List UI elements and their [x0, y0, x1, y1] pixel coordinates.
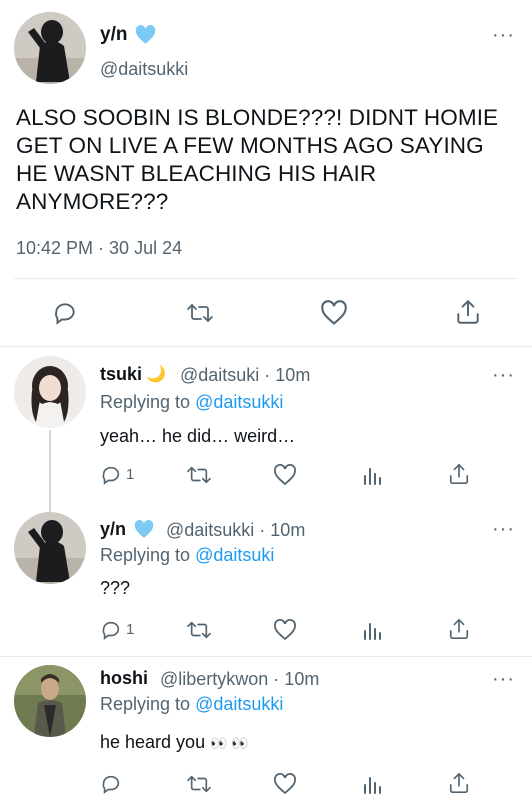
- avatar[interactable]: [14, 12, 86, 84]
- share-icon[interactable]: [448, 462, 470, 486]
- tweet-text: ALSO SOOBIN IS BLONDE???! DIDNT HOMIE GE…: [16, 105, 499, 214]
- reply-text: ???: [100, 578, 131, 598]
- thread-line: [49, 430, 51, 512]
- reply-count: 1: [126, 621, 135, 638]
- moon-emoji: 🌙: [146, 366, 166, 383]
- replying-to: Replying to @daitsukki: [100, 392, 283, 413]
- avatar[interactable]: [14, 356, 86, 428]
- analytics-icon[interactable]: [362, 619, 382, 641]
- reply-icon[interactable]: [52, 300, 78, 326]
- reply-icon[interactable]: [100, 773, 122, 795]
- author-name[interactable]: tsuki: [100, 364, 142, 385]
- author-name[interactable]: hoshi: [100, 668, 148, 689]
- replying-label: Replying to: [100, 545, 191, 565]
- reply-text: yeah… he did… weird…: [100, 426, 296, 446]
- divider: [14, 278, 518, 279]
- reply-icon[interactable]: [100, 464, 122, 486]
- share-icon[interactable]: [448, 771, 470, 795]
- retweet-icon[interactable]: [186, 300, 214, 326]
- more-icon[interactable]: ···: [492, 669, 515, 689]
- like-icon[interactable]: [273, 464, 297, 486]
- author-name[interactable]: y/n: [100, 519, 126, 540]
- like-icon[interactable]: [320, 300, 348, 326]
- reply-text: he heard you 👀 👀: [100, 732, 249, 753]
- share-icon[interactable]: [455, 298, 481, 326]
- divider: [0, 346, 532, 347]
- reply-meta[interactable]: @daitsukki · 10m: [166, 520, 305, 541]
- like-icon[interactable]: [273, 773, 297, 795]
- retweet-icon[interactable]: [186, 773, 212, 795]
- analytics-icon[interactable]: [362, 773, 382, 795]
- author-handle[interactable]: @daitsukki: [100, 59, 188, 80]
- retweet-icon[interactable]: [186, 619, 212, 641]
- like-icon[interactable]: [273, 619, 297, 641]
- replying-handle[interactable]: @daitsukki: [195, 392, 283, 412]
- eyes-emoji: 👀 👀: [210, 735, 249, 751]
- more-icon[interactable]: ···: [492, 519, 515, 539]
- avatar[interactable]: [14, 512, 86, 584]
- replying-handle[interactable]: @daitsukki: [195, 694, 283, 714]
- tweet-timestamp: 10:42 PM · 30 Jul 24: [16, 238, 183, 258]
- reply-count: 1: [126, 466, 135, 483]
- verified-heart-icon: [134, 520, 154, 539]
- replying-label: Replying to: [100, 694, 191, 714]
- more-icon[interactable]: ···: [492, 25, 515, 45]
- reply-meta[interactable]: @libertykwon · 10m: [160, 669, 319, 690]
- divider: [0, 656, 532, 657]
- verified-heart-icon: [135, 25, 156, 45]
- replying-label: Replying to: [100, 392, 191, 412]
- replying-to: Replying to @daitsuki: [100, 545, 274, 566]
- share-icon[interactable]: [448, 617, 470, 641]
- reply-icon[interactable]: [100, 619, 122, 641]
- more-icon[interactable]: ···: [492, 365, 515, 385]
- analytics-icon[interactable]: [362, 464, 382, 486]
- retweet-icon[interactable]: [186, 464, 212, 486]
- replying-to: Replying to @daitsukki: [100, 694, 283, 715]
- replying-handle[interactable]: @daitsuki: [195, 545, 274, 565]
- author-name[interactable]: y/n: [100, 24, 127, 46]
- reply-meta[interactable]: @daitsuki · 10m: [180, 365, 310, 386]
- reply-text-content: he heard you: [100, 732, 206, 752]
- avatar[interactable]: [14, 665, 86, 737]
